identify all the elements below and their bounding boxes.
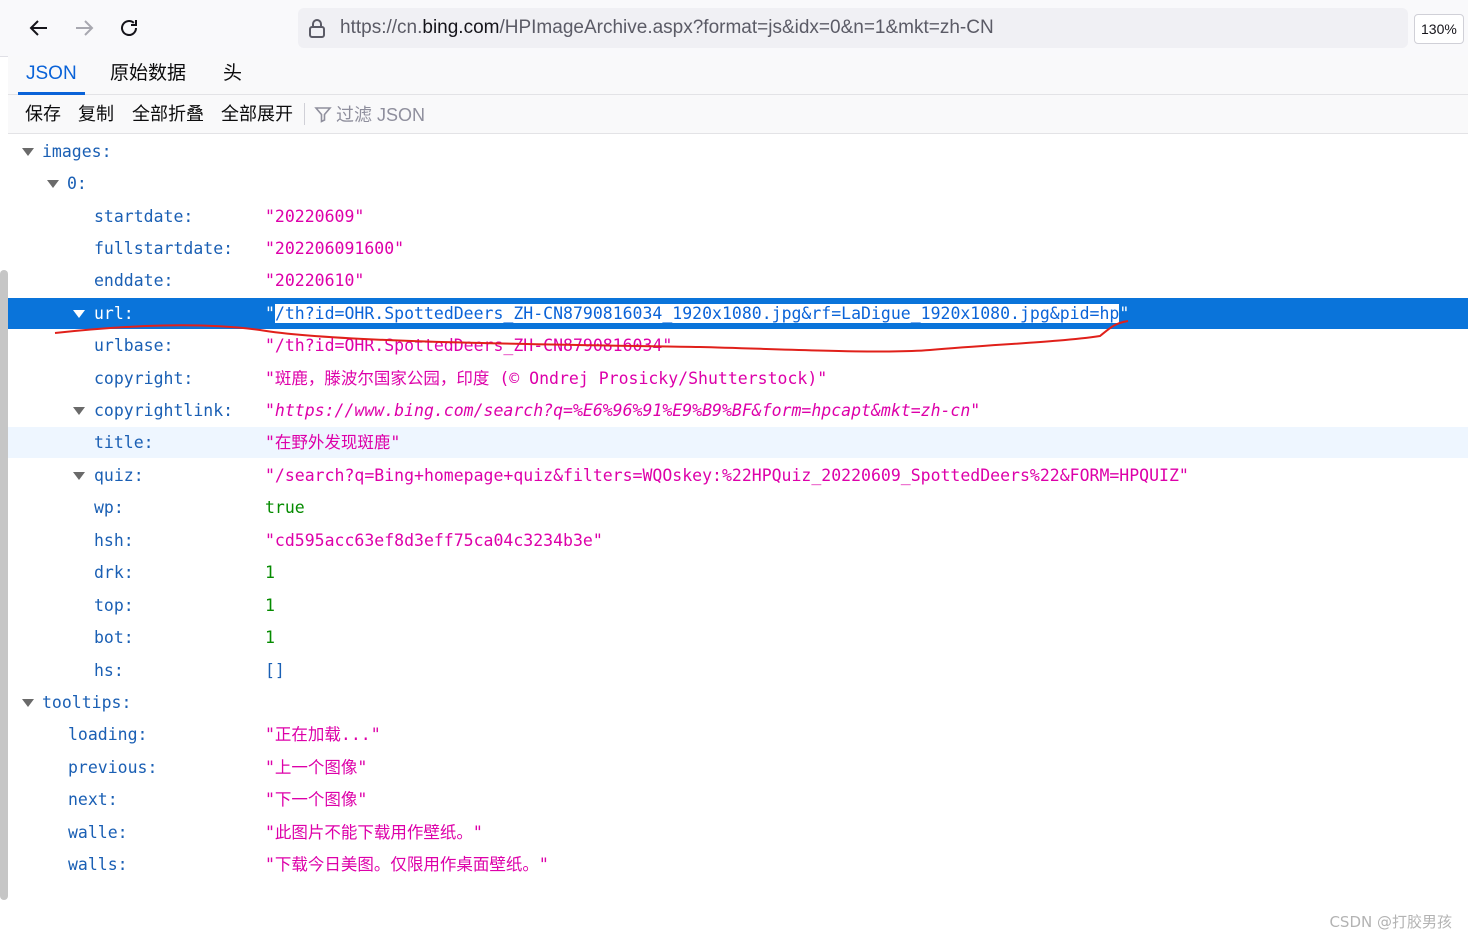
vertical-scrollbar[interactable] [0, 270, 8, 900]
watermark: CSDN @打胶男孩 [1329, 913, 1452, 931]
red-annotation-underline [54, 320, 1129, 353]
